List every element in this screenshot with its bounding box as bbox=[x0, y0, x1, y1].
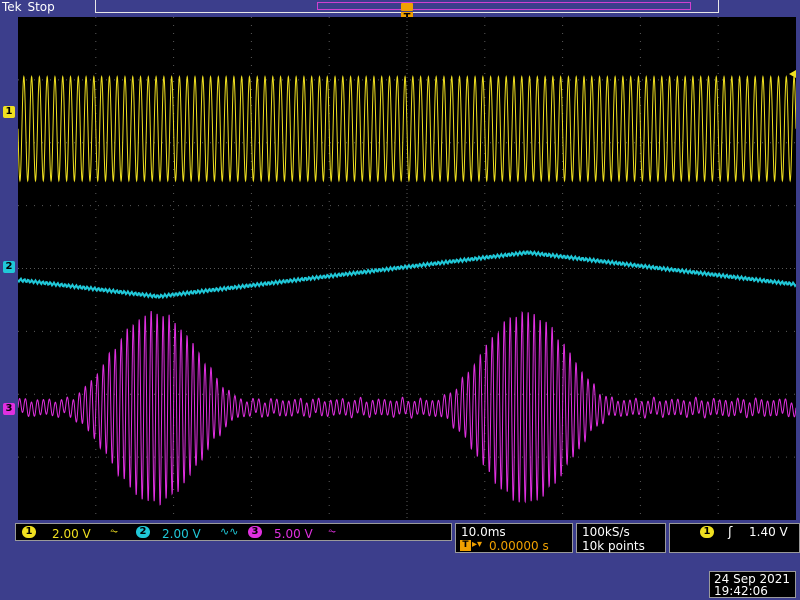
trigger-position[interactable]: 0.00000 s bbox=[489, 539, 549, 553]
ch2-ground-marker[interactable]: 2 bbox=[3, 261, 15, 273]
record-length[interactable]: 10k points bbox=[582, 539, 645, 553]
ch3-waveform bbox=[18, 310, 796, 506]
ch3-badge[interactable]: 3 bbox=[248, 526, 262, 538]
trigger-level[interactable]: 1.40 V bbox=[749, 525, 788, 539]
trigger-readout[interactable]: 1 ʃ 1.40 V bbox=[669, 523, 800, 553]
ch1-badge[interactable]: 1 bbox=[22, 526, 36, 538]
timebase-scale[interactable]: 10.0ms bbox=[461, 525, 506, 539]
ch1-waveform bbox=[18, 75, 796, 183]
trigger-level-marker[interactable] bbox=[789, 70, 796, 78]
waveforms bbox=[18, 75, 796, 506]
brand-label: Tek Stop bbox=[2, 0, 55, 14]
position-arrow-icon: ▸▾ bbox=[472, 539, 483, 550]
trigger-t-icon: T bbox=[460, 540, 471, 551]
ch3-scale[interactable]: 5.00 V bbox=[274, 527, 313, 541]
time-label: 19:42:06 bbox=[714, 584, 768, 598]
ch2-scale[interactable]: 2.00 V bbox=[162, 527, 201, 541]
brand-name: Tek bbox=[2, 0, 22, 14]
ch1-coupling-icon: ⏦ bbox=[110, 526, 119, 537]
rising-edge-icon[interactable]: ʃ bbox=[728, 525, 732, 540]
ch3-coupling-icon: ⏦ bbox=[328, 526, 337, 537]
sample-rate[interactable]: 100kS/s bbox=[582, 525, 630, 539]
top-status-bar: Tek Stop T bbox=[0, 0, 800, 24]
ch2-waveform bbox=[18, 249, 796, 300]
ch1-ground-marker[interactable]: 1 bbox=[3, 106, 15, 118]
waveform-display[interactable] bbox=[18, 17, 796, 520]
run-state: Stop bbox=[27, 0, 55, 14]
record-view-window[interactable] bbox=[317, 2, 691, 10]
ch2-badge[interactable]: 2 bbox=[136, 526, 150, 538]
ch3-ground-marker[interactable]: 3 bbox=[3, 403, 15, 415]
acquisition-readout[interactable]: 100kS/s 10k points bbox=[576, 523, 666, 553]
ch1-scale[interactable]: 2.00 V bbox=[52, 527, 91, 541]
ch2-coupling-icon: ∿∿ bbox=[220, 525, 239, 538]
datetime-display: 24 Sep 2021 19:42:06 bbox=[709, 571, 796, 598]
trigger-source-badge[interactable]: 1 bbox=[700, 526, 714, 538]
timebase-readout[interactable]: 10.0ms T ▸▾ 0.00000 s bbox=[455, 523, 573, 553]
channel-readout-panel[interactable]: 1 2.00 V ⏦ 2 2.00 V ∿∿ 3 5.00 V ⏦ bbox=[15, 523, 452, 541]
